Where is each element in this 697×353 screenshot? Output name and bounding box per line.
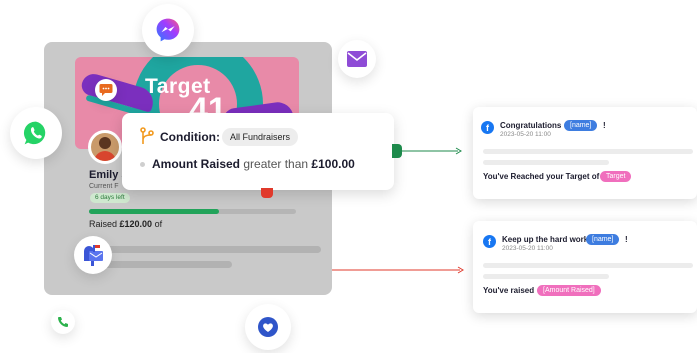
progress-bar (89, 209, 296, 214)
fundraiser-role: Current F (89, 183, 119, 190)
name-merge-tag: [name] (586, 234, 620, 245)
placeholder-line (483, 149, 693, 154)
placeholder-line (483, 160, 609, 165)
placeholder-line (89, 246, 321, 253)
placeholder-line (483, 263, 693, 268)
message-body: You've raised (483, 286, 535, 295)
fundraiser-name: Emily S (89, 169, 123, 181)
heart-bubble[interactable] (245, 304, 291, 350)
facebook-icon: f (483, 235, 496, 248)
condition-rule: Amount Raised greater than £100.00 (152, 157, 355, 171)
raised-prefix: Raised (89, 219, 118, 229)
chat-bubble-icon (99, 84, 113, 96)
amount-raised-merge-tag: [Amount Raised] (537, 285, 601, 296)
raised-summary: Raised £120.00 of (89, 219, 162, 229)
mailbox-bubble[interactable] (74, 236, 112, 274)
fundraisers-filter-chip[interactable]: All Fundraisers (222, 128, 299, 146)
branch-icon (140, 127, 154, 144)
raised-suffix: of (154, 219, 163, 229)
fundraiser-avatar (88, 130, 122, 164)
placeholder-line (483, 274, 609, 279)
exclamation: ! (625, 235, 628, 244)
rule-value: £100.00 (311, 157, 355, 171)
chat-bubble-button[interactable] (95, 79, 117, 101)
true-branch-handle[interactable] (392, 144, 402, 158)
phone-icon (58, 317, 68, 327)
progress-fill (89, 209, 220, 214)
facebook-icon: f (481, 121, 494, 134)
phone-bubble[interactable] (51, 310, 75, 334)
whatsapp-bubble[interactable] (10, 107, 62, 159)
days-left-badge: 6 days left (90, 193, 130, 203)
message-date: 2023-05-20 11:00 (502, 245, 553, 252)
false-branch-handle[interactable] (261, 188, 273, 198)
raised-amount: £120.00 (119, 219, 153, 229)
message-title: Congratulations (500, 121, 562, 130)
condition-popup[interactable] (122, 113, 394, 190)
message-date: 2023-05-20 11:00 (500, 131, 551, 138)
whatsapp-icon (23, 121, 46, 145)
message-body: You've Reached your Target of (483, 172, 600, 181)
mailbox-icon (84, 245, 103, 266)
rule-metric: Amount Raised (152, 157, 241, 171)
email-bubble[interactable] (338, 40, 376, 78)
messenger-bubble[interactable] (142, 4, 194, 56)
heart-icon (258, 317, 278, 337)
exclamation: ! (603, 121, 606, 130)
condition-label: Condition: (160, 130, 220, 144)
message-title: Keep up the hard work (502, 235, 589, 244)
messenger-icon (156, 18, 180, 42)
rule-operator: greater than (243, 157, 309, 171)
rule-bullet (140, 162, 145, 167)
envelope-icon (347, 51, 367, 67)
name-merge-tag: [name] (564, 120, 598, 131)
target-merge-tag: Target (600, 171, 632, 182)
